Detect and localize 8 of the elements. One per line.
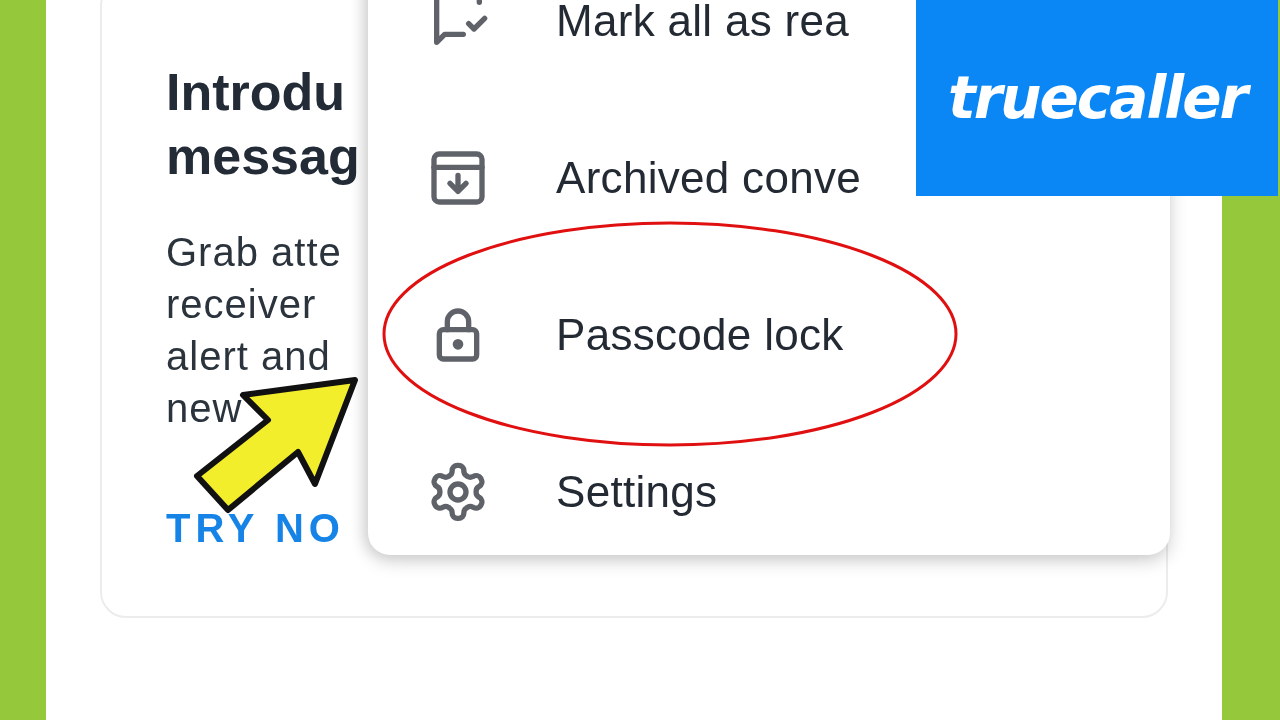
card-description: Grab atte receiver alert and new — [166, 229, 342, 432]
menu-item[interactable]: Settings — [556, 466, 718, 517]
menu-item[interactable]: Passcode lock — [556, 309, 844, 360]
card-title: messag — [166, 126, 360, 187]
menu-item[interactable]: Archived conve — [556, 152, 862, 203]
card-title: Introdu — [166, 62, 346, 123]
menu-item[interactable]: Mark all as rea — [556, 0, 850, 46]
try-now-link[interactable]: TRY NO — [166, 506, 345, 551]
